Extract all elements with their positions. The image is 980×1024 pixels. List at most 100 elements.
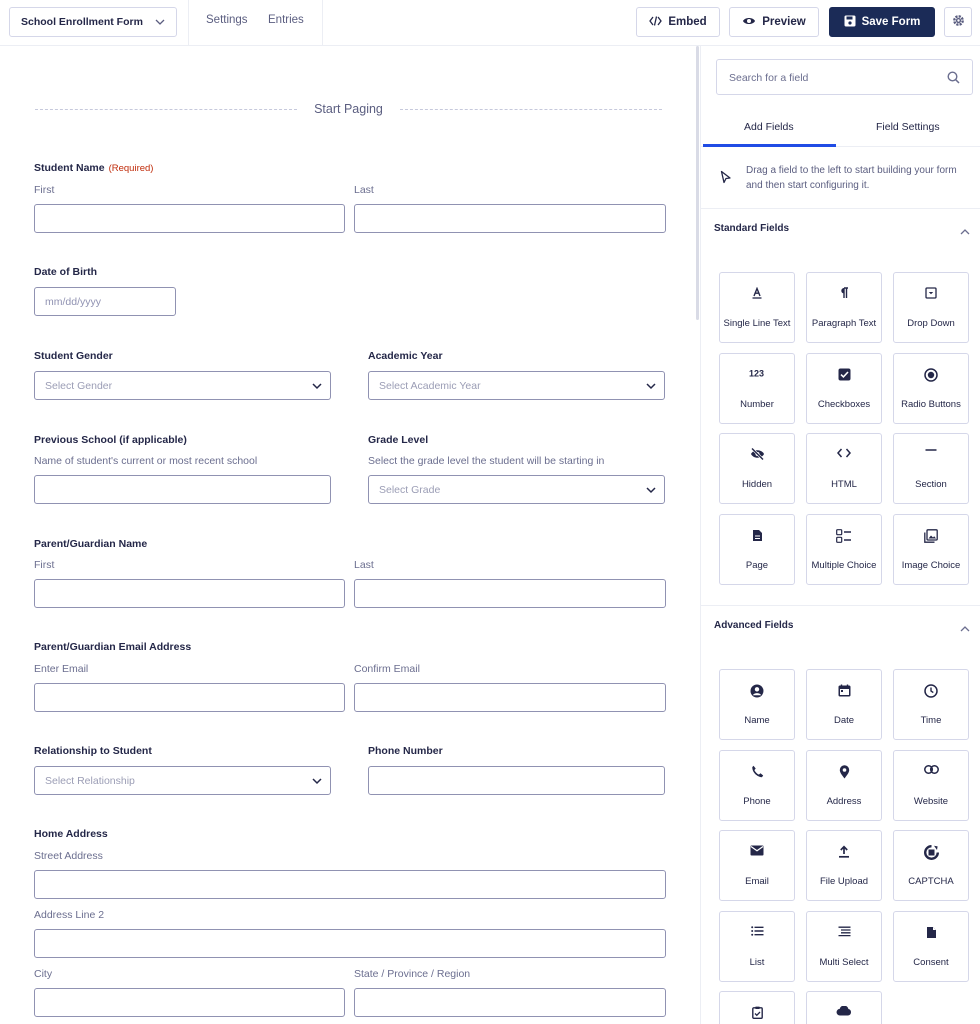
address-line-2-input[interactable] [34, 929, 666, 958]
chevron-down-icon [646, 485, 656, 497]
active-tab-indicator [703, 144, 836, 147]
relationship-select[interactable]: Select Relationship [34, 766, 331, 795]
checkbox-icon [807, 368, 881, 381]
field-tile-label: Number [740, 398, 774, 410]
svg-text:123: 123 [749, 368, 764, 378]
field-search-input[interactable]: Search for a field [716, 59, 973, 95]
settings-button[interactable] [944, 7, 972, 37]
select-placeholder: Select Grade [379, 484, 441, 496]
image-choice-icon [894, 528, 968, 543]
date-of-birth-input[interactable]: mm/dd/yyyy [34, 287, 176, 316]
save-label: Save Form [861, 16, 921, 28]
academic-year-select[interactable]: Select Academic Year [368, 371, 665, 400]
city-sublabel: City [34, 968, 53, 980]
field-tile-single-line-text[interactable]: Single Line Text [719, 272, 795, 343]
student-last-name-input[interactable] [354, 204, 666, 233]
last-name-sublabel: Last [354, 559, 374, 571]
tab-field-settings[interactable]: Field Settings [876, 121, 940, 133]
field-tile-label: List [749, 956, 765, 968]
field-tile-address[interactable]: Address [806, 749, 882, 821]
field-tile-label: Hidden [741, 479, 773, 491]
nav-settings-link[interactable]: Settings [206, 14, 248, 26]
captcha-icon [894, 845, 968, 861]
canvas-scrollbar[interactable] [696, 46, 699, 320]
field-tile-hidden[interactable]: Hidden [719, 433, 795, 505]
grade-level-select[interactable]: Select Grade [368, 475, 665, 504]
field-tile-website[interactable]: Website [893, 749, 969, 821]
tab-add-fields[interactable]: Add Fields [744, 121, 794, 133]
embed-button[interactable]: Embed [636, 7, 720, 37]
nav-entries-link[interactable]: Entries [268, 14, 304, 26]
phone-number-input[interactable] [368, 766, 665, 795]
field-tile-date[interactable]: Date [806, 669, 882, 740]
save-form-button[interactable]: Save Form [829, 7, 935, 37]
phone-number-label: Phone Number [368, 745, 443, 757]
user-icon [720, 684, 794, 698]
search-placeholder: Search for a field [729, 72, 809, 84]
field-tile-name[interactable]: Name [719, 669, 795, 740]
state-input[interactable] [354, 988, 666, 1017]
gender-select[interactable]: Select Gender [34, 371, 331, 400]
field-tile-radio-buttons[interactable]: Radio Buttons [893, 352, 969, 424]
guardian-last-name-input[interactable] [354, 579, 666, 608]
field-tile-drop-down[interactable]: Drop Down [893, 272, 969, 343]
field-tile-label: Multiple Choice [811, 559, 877, 571]
form-name: School Enrollment Form [21, 16, 143, 28]
cloud-icon [807, 1006, 881, 1016]
form-switcher-select[interactable]: School Enrollment Form [9, 7, 177, 37]
field-tile-html[interactable]: HTML [806, 433, 882, 505]
city-input[interactable] [34, 988, 345, 1017]
field-tile-label: File Upload [819, 876, 869, 888]
envelope-icon [720, 845, 794, 856]
field-tile-label: CAPTCHA [908, 876, 954, 888]
field-tile-checkboxes[interactable]: Checkboxes [806, 352, 882, 424]
preview-label: Preview [762, 16, 806, 28]
email-input[interactable] [34, 683, 345, 712]
field-tile-label: Website [913, 795, 949, 807]
chevron-down-icon [155, 19, 165, 25]
confirm-email-sublabel: Confirm Email [354, 663, 420, 675]
field-tile-consent[interactable]: Consent [893, 910, 969, 982]
field-tile-section[interactable]: Section [893, 433, 969, 505]
chevron-down-icon [312, 381, 322, 393]
field-tile-captcha[interactable]: CAPTCHA [893, 830, 969, 902]
home-address-label: Home Address [34, 828, 108, 840]
field-tile-label: Drop Down [907, 318, 955, 329]
grade-level-label: Grade Level [368, 434, 429, 446]
guardian-first-name-input[interactable] [34, 579, 345, 608]
field-tile-time[interactable]: Time [893, 669, 969, 740]
field-tile-phone[interactable]: Phone [719, 749, 795, 821]
field-tile-multi-select[interactable]: Multi Select [806, 910, 882, 982]
field-tile-image-choice[interactable]: Image Choice [893, 513, 969, 585]
confirm-email-input[interactable] [354, 683, 666, 712]
chevron-up-icon[interactable] [960, 623, 970, 635]
preview-button[interactable]: Preview [729, 7, 819, 37]
student-first-name-input[interactable] [34, 204, 345, 233]
first-name-sublabel: First [34, 559, 55, 571]
document-icon [894, 926, 968, 939]
enter-email-sublabel: Enter Email [34, 663, 89, 675]
chevron-up-icon[interactable] [960, 226, 970, 238]
field-tile-paragraph-text[interactable]: Paragraph Text [806, 272, 882, 343]
street-address-input[interactable] [34, 870, 666, 899]
start-paging-label: Start Paging [314, 102, 383, 116]
field-tile-page[interactable]: Page [719, 513, 795, 585]
previous-school-input[interactable] [34, 475, 331, 504]
map-pin-icon [807, 764, 881, 779]
field-tile-email[interactable]: Email [719, 830, 795, 902]
field-tile-multiple-choice[interactable]: Multiple Choice [806, 513, 882, 585]
field-tile-list[interactable]: List [719, 910, 795, 982]
field-sidebar: Search for a field Add Fields Field Sett… [700, 46, 980, 1024]
field-tile-file-upload[interactable]: File Upload [806, 830, 882, 902]
clock-icon [894, 684, 968, 698]
start-paging-divider[interactable]: Start Paging [35, 102, 662, 116]
standard-fields-title: Standard Fields [714, 223, 790, 234]
field-tile-item-12[interactable] [719, 991, 795, 1024]
field-tile-number[interactable]: 123 Number [719, 352, 795, 424]
address-line-2-sublabel: Address Line 2 [34, 909, 105, 921]
field-tile-item-13[interactable] [806, 991, 882, 1024]
previous-school-description: Name of student's current or most recent… [34, 455, 258, 467]
divider [701, 605, 980, 606]
top-toolbar: School Enrollment Form Settings Entries … [0, 0, 980, 46]
field-tile-label: Single Line Text [723, 318, 791, 329]
